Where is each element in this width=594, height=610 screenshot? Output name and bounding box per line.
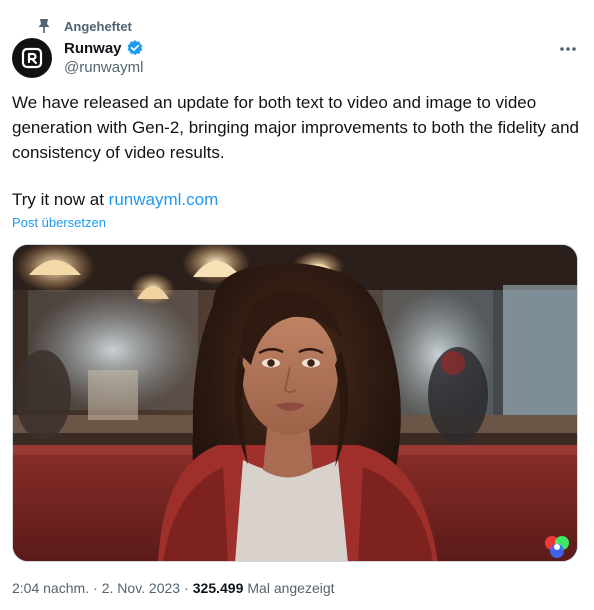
post-date[interactable]: 2. Nov. 2023 [102,580,180,596]
post-time[interactable]: 2:04 nachm. [12,580,89,596]
more-options-button[interactable] [556,40,580,58]
translate-post-button[interactable]: Post übersetzen [12,215,106,230]
user-handle[interactable]: @runwayml [64,59,144,76]
views-count[interactable]: 325.499 [193,580,244,596]
tweet-media-image[interactable] [12,244,578,562]
runway-link[interactable]: runwayml.com [109,190,219,209]
views-label: Mal angezeigt [247,580,335,596]
tweet-meta: 2:04 nachm. · 2. Nov. 2023 · 325.499 Mal… [12,580,335,596]
pinned-label: Angeheftet [64,18,132,34]
tweet-cta-paragraph: Try it now at runwayml.com [12,187,586,212]
runway-logo-icon [21,47,43,69]
more-dots-icon [560,47,576,51]
display-name[interactable]: Runway [64,40,122,57]
pin-icon [36,18,52,34]
cta-prefix: Try it now at [12,190,109,209]
avatar[interactable] [12,38,52,78]
user-block: Runway @runwayml [64,38,144,77]
tweet-text: We have released an update for both text… [12,90,586,212]
tweet-paragraph: We have released an update for both text… [12,93,579,162]
name-row: Runway [64,38,144,58]
meta-separator: · [93,580,98,596]
pinned-indicator: Angeheftet [36,16,132,36]
verified-badge-icon[interactable] [126,39,144,57]
meta-separator: · [184,580,189,596]
